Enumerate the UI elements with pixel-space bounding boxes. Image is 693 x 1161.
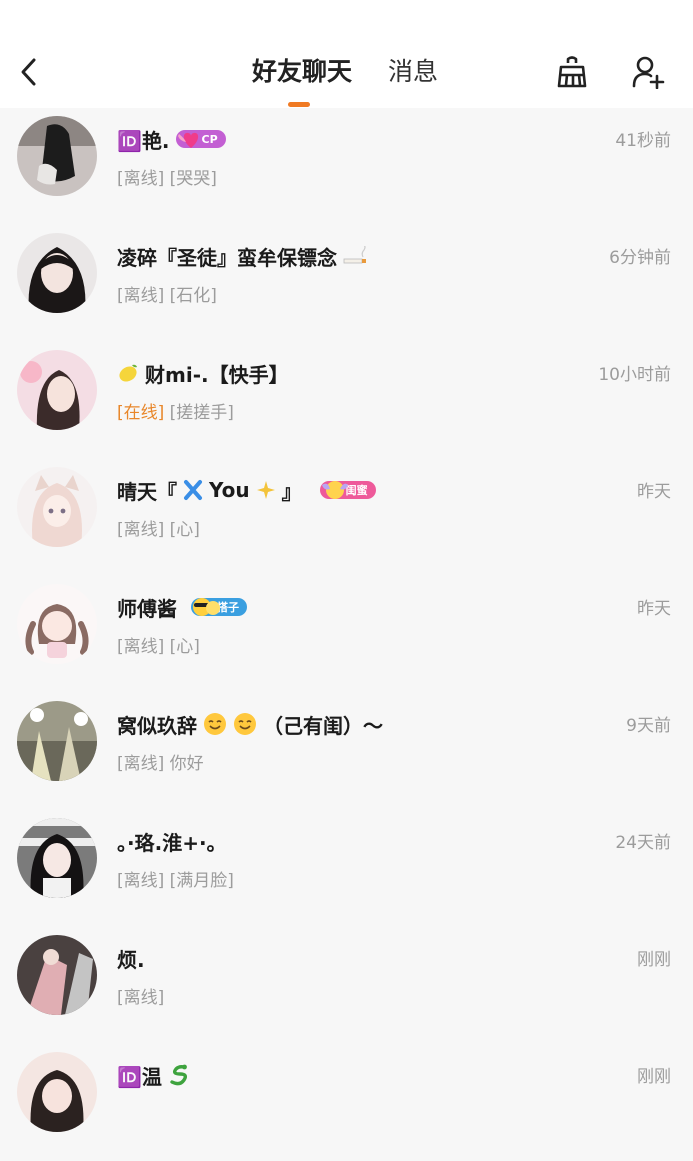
- bestie-deco-icon: [321, 481, 348, 499]
- active-tab-indicator: [288, 102, 310, 107]
- status-line: [离线] [哭哭]: [117, 164, 217, 189]
- last-message-preview: 你好: [169, 754, 204, 774]
- cross-mark-icon: [184, 480, 202, 500]
- contact-name-text: 晴天『: [117, 479, 177, 504]
- contact-name-text: 凌碎『圣徒』蛮牟保镖念: [117, 245, 337, 270]
- cigarette-icon: [343, 246, 366, 264]
- contact-name-suffix: You: [209, 478, 250, 502]
- last-message-time: 10小时前: [598, 365, 671, 385]
- contact-name-text: 烦.: [117, 947, 145, 972]
- avatar[interactable]: [17, 1052, 97, 1132]
- chat-list-item[interactable]: 🆔艳. CP 41秒前 [离线] [哭哭]: [0, 108, 693, 225]
- online-status: [离线]: [117, 637, 165, 657]
- contact-name: 🆔艳. CP: [117, 122, 226, 156]
- cool-face-icon: [193, 598, 220, 616]
- last-message-preview: [哭哭]: [169, 169, 217, 189]
- status-line: [离线] [石化]: [117, 281, 217, 306]
- contact-name-text: 🆔艳.: [117, 128, 170, 153]
- last-message-preview: [搓搓手]: [169, 403, 234, 423]
- avatar[interactable]: [17, 467, 97, 547]
- online-status: [在线]: [117, 403, 165, 423]
- relationship-badge: CP: [175, 130, 226, 148]
- contact-name: 财mi-.【快手】: [117, 356, 289, 390]
- heart-wings-icon: [177, 132, 198, 148]
- avatar[interactable]: [17, 818, 97, 898]
- snake-icon: [170, 1064, 187, 1086]
- last-message-time: 刚刚: [637, 1067, 671, 1087]
- online-status: [离线]: [117, 169, 165, 189]
- contact-name-text: 财mi-.【快手】: [145, 362, 289, 387]
- contact-name: 窝似玖辞 （己有闺）～: [117, 707, 383, 741]
- last-message-time: 9天前: [626, 716, 671, 736]
- status-line: [在线] [搓搓手]: [117, 398, 234, 423]
- last-message-preview: [心]: [169, 637, 200, 657]
- chat-list-item[interactable]: 师傅酱 搭子 昨天 [离线] [心]: [0, 576, 693, 693]
- last-message-time: 昨天: [637, 482, 671, 502]
- contact-name-text: 窝似玖辞: [117, 713, 197, 738]
- contact-name: 晴天『 You 』 闺蜜: [117, 473, 376, 507]
- relationship-badge: 闺蜜: [319, 481, 376, 499]
- smiling-face-icon: [204, 713, 226, 735]
- contact-name-text: 🆔温: [117, 1064, 162, 1089]
- contact-name-text: 师傅酱: [117, 596, 177, 621]
- smiling-face-icon: [234, 713, 256, 735]
- online-status: [离线]: [117, 754, 165, 774]
- chat-list-item[interactable]: 晴天『 You 』 闺蜜 昨天 [离线] [心]: [0, 459, 693, 576]
- status-line: [离线] [心]: [117, 515, 200, 540]
- contact-name: 。·珞.淮+·。: [117, 824, 227, 858]
- chat-list-item[interactable]: 财mi-.【快手】 10小时前 [在线] [搓搓手]: [0, 342, 693, 459]
- status-line: [离线] 你好: [117, 749, 204, 774]
- online-status: [离线]: [117, 286, 165, 306]
- avatar[interactable]: [17, 233, 97, 313]
- chat-list-item[interactable]: 凌碎『圣徒』蛮牟保镖念 6分钟前 [离线] [石化]: [0, 225, 693, 342]
- last-message-time: 41秒前: [615, 131, 671, 151]
- tab-friend-chat[interactable]: 好友聊天: [252, 52, 352, 92]
- top-nav-bar: 好友聊天 消息: [0, 0, 693, 108]
- contact-name: 师傅酱 搭子: [117, 590, 247, 624]
- avatar[interactable]: [17, 116, 97, 196]
- last-message-time: 24天前: [615, 833, 671, 853]
- avatar[interactable]: [17, 584, 97, 664]
- status-line: [离线] [满月脸]: [117, 866, 234, 891]
- tab-messages[interactable]: 消息: [388, 52, 438, 92]
- contact-name: 烦.: [117, 941, 145, 975]
- last-message-time: 昨天: [637, 599, 671, 619]
- chat-list-item[interactable]: 。·珞.淮+·。 24天前 [离线] [满月脸]: [0, 810, 693, 927]
- chevron-left-icon: [21, 58, 36, 86]
- online-status: [离线]: [117, 871, 165, 891]
- contact-name-end: （己有闺）～: [263, 713, 383, 738]
- lemon-icon: [119, 364, 137, 382]
- avatar[interactable]: [17, 350, 97, 430]
- chat-list-item[interactable]: 🆔温 刚刚: [0, 1044, 693, 1161]
- last-message-preview: [石化]: [169, 286, 217, 306]
- avatar[interactable]: [17, 701, 97, 781]
- last-message-preview: [满月脸]: [169, 871, 234, 891]
- contact-name: 🆔温: [117, 1058, 190, 1092]
- add-user-icon: [632, 56, 665, 89]
- contact-name-text: 。·珞.淮+·。: [117, 830, 227, 855]
- relationship-badge: 搭子: [191, 598, 247, 616]
- contact-name: 凌碎『圣徒』蛮牟保镖念: [117, 239, 367, 273]
- sparkles-icon: [256, 481, 275, 499]
- chat-list-item[interactable]: 窝似玖辞 （己有闺）～ 9天前 [离线] 你好: [0, 693, 693, 810]
- contact-name-end: 』: [281, 479, 302, 504]
- back-button[interactable]: [12, 52, 46, 92]
- online-status: [离线]: [117, 520, 165, 540]
- add-friend-button[interactable]: [628, 52, 668, 92]
- status-line: [离线]: [117, 983, 164, 1008]
- last-message-time: 刚刚: [637, 950, 671, 970]
- status-line: [离线] [心]: [117, 632, 200, 657]
- last-message-time: 6分钟前: [609, 248, 671, 268]
- avatar[interactable]: [17, 935, 97, 1015]
- clear-unread-button[interactable]: [552, 52, 592, 92]
- chat-list-item[interactable]: 烦. 刚刚 [离线]: [0, 927, 693, 1044]
- online-status: [离线]: [117, 988, 165, 1008]
- last-message-preview: [心]: [169, 520, 200, 540]
- broom-icon: [557, 56, 587, 88]
